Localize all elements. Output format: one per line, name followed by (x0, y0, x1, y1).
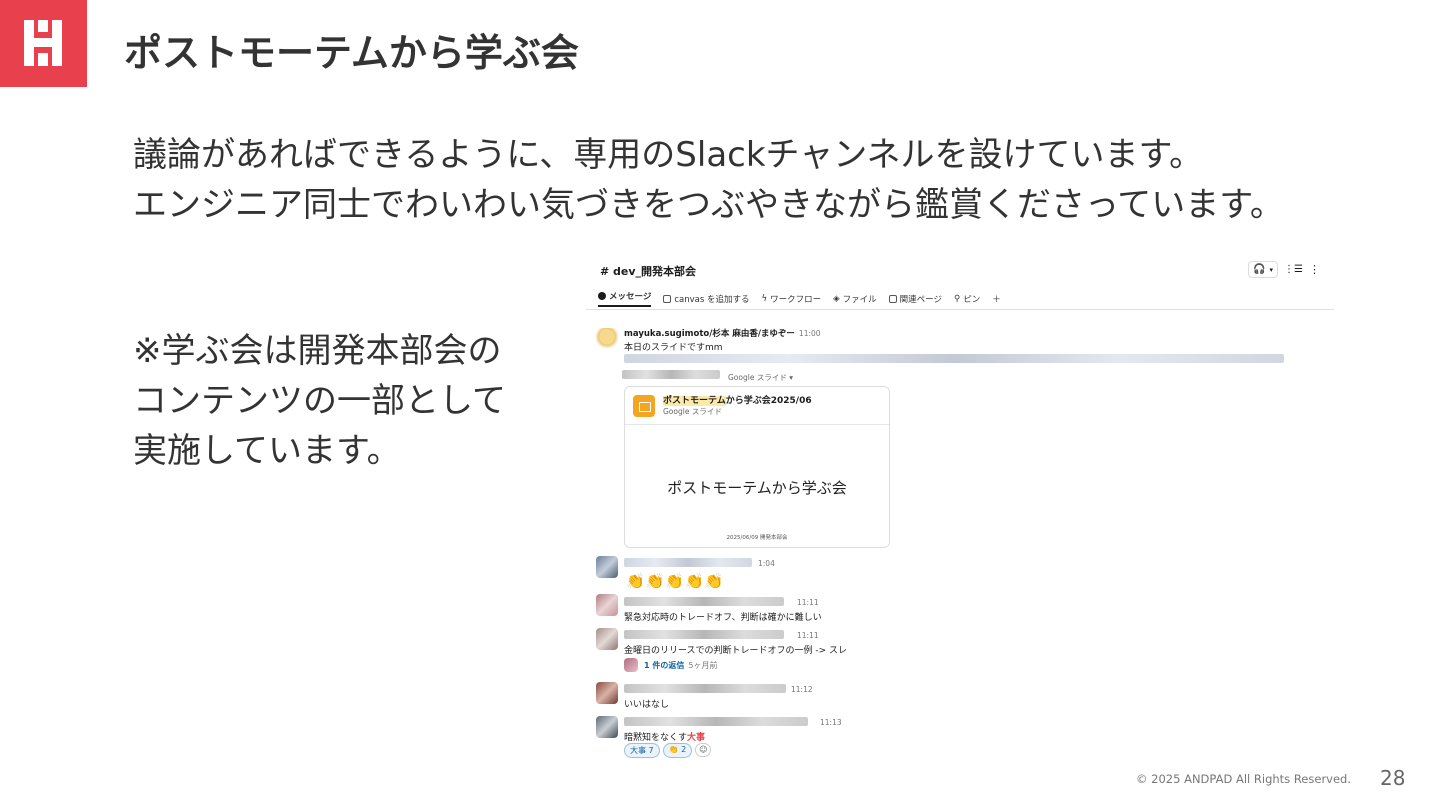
stamp-daiji: 大事 (687, 733, 706, 743)
avatar[interactable] (596, 556, 618, 578)
message-time: 11:00 (798, 329, 821, 338)
headphones-icon: 🎧 (1253, 264, 1266, 275)
chevron-down-icon: ▾ (1269, 265, 1274, 274)
blurred-username (624, 684, 786, 693)
card-subtitle: Google スライド (663, 407, 722, 416)
message-text: いいはなし (624, 700, 670, 710)
intro-line-1: 議論があればできるように、専用のSlackチャンネルを設けています。 (133, 135, 1204, 175)
channel-tabs: メッセージ canvas を追加する ϟ ワークフロー ◈ ファイル 関連ページ ⚲… (598, 290, 1001, 307)
page-number: 28 (1380, 766, 1406, 790)
avatar[interactable] (596, 628, 618, 650)
tab-files[interactable]: ◈ ファイル (833, 290, 877, 307)
blurred-username (624, 597, 784, 606)
card-title[interactable]: ポストモーテムから学ぶ会2025/06 (663, 393, 812, 406)
message-time: 11:11 (797, 598, 819, 607)
message-text: 金曜日のリリースでの判断トレードオフの一例 -> スレ (624, 646, 848, 656)
note-line-2: コンテンツの一部として (133, 381, 506, 421)
tab-messages[interactable]: メッセージ (598, 290, 652, 307)
more-icon[interactable]: ⋮ (1309, 263, 1320, 276)
avatar[interactable] (596, 594, 618, 616)
message-author[interactable]: mayuka.sugimoto/杉本 麻由香/まゆぞー 11:00 (624, 327, 821, 339)
lightning-icon: ϟ (761, 293, 768, 304)
tab-canvas[interactable]: canvas を追加する (663, 290, 749, 307)
blurred-username (624, 630, 784, 639)
blurred-username (624, 717, 808, 726)
message-time: 11:13 (820, 718, 842, 727)
message-time: 1:04 (758, 559, 775, 568)
canvas-icon (663, 294, 672, 303)
reaction-clap[interactable]: 👏 2 (662, 743, 693, 758)
blurred-username (624, 558, 752, 567)
intro-line-2: エンジニア同士でわいわい気づきをつぶやきながら鑑賞くださっています。 (133, 185, 1284, 225)
tabs-divider (586, 309, 1334, 310)
message-text: 暗黙知をなくす大事 (624, 733, 706, 743)
message-text: 緊急対応時のトレードオフ、判断は確かに難しい (624, 613, 822, 623)
note-line-1: ※学ぶ会は開発本部会の (133, 331, 502, 371)
reactions: 大事 7 👏 2 ☺ (624, 743, 712, 758)
card-slide-footer: 2025/06/09 開発本部会 (726, 535, 788, 541)
attachment-label[interactable]: Google スライド ▾ (728, 372, 793, 383)
slide-title: ポストモーテムから学ぶ会 (124, 31, 579, 75)
avatar[interactable] (596, 682, 618, 704)
copyright: © 2025 ANDPAD All Rights Reserved. (1136, 772, 1352, 786)
card-slide-title: ポストモーテムから学ぶ会 (667, 479, 847, 497)
blurred-text (622, 370, 720, 379)
pin-icon: ⚲ (954, 293, 961, 304)
reaction-daiji[interactable]: 大事 7 (624, 743, 660, 758)
channel-name[interactable]: # dev_開発本部会 (600, 263, 696, 279)
google-slides-card[interactable]: ポストモーテムから学ぶ会2025/06 Google スライド ポストモーテムか… (624, 386, 890, 548)
add-reaction-icon[interactable]: ☺ (695, 743, 712, 757)
message-text: 本日のスライドですmm (624, 343, 723, 353)
message-icon (598, 292, 606, 300)
tab-related-pages[interactable]: 関連ページ (888, 290, 942, 307)
card-divider (625, 424, 889, 425)
avatar[interactable] (596, 716, 618, 738)
message-text: 👏👏👏👏👏 (626, 572, 725, 590)
note-line-3: 実施しています。 (133, 431, 401, 471)
intro-text: 議論があればできるように、専用のSlackチャンネルを設けています。 エンジニア… (133, 130, 1284, 230)
blurred-link (624, 354, 1284, 363)
add-tab-button[interactable]: ＋ (992, 290, 1001, 307)
layers-icon: ◈ (833, 293, 840, 304)
avatar[interactable] (596, 328, 618, 350)
message-time: 11:11 (797, 631, 819, 640)
note-text: ※学ぶ会は開発本部会の コンテンツの一部として 実施しています。 (133, 326, 506, 476)
header-actions: 🎧 ▾ ⋮☰ ⋮ (1248, 261, 1320, 278)
thread-reply-link[interactable]: 1 件の返信 5ヶ月前 (644, 660, 717, 671)
avatar (624, 658, 638, 672)
google-slides-icon (633, 395, 655, 417)
folder-icon (888, 294, 897, 303)
search-in-channel-icon[interactable]: ⋮☰ (1284, 264, 1303, 275)
tab-workflow[interactable]: ϟ ワークフロー (761, 290, 821, 307)
andpad-logo-icon (24, 20, 62, 66)
tab-pins[interactable]: ⚲ ピン (954, 290, 980, 307)
slack-screenshot: # dev_開発本部会 🎧 ▾ ⋮☰ ⋮ メッセージ canvas を追加する … (586, 256, 1334, 770)
andpad-logo (0, 0, 87, 87)
message-time: 11:12 (791, 685, 813, 694)
huddle-button[interactable]: 🎧 ▾ (1248, 261, 1279, 278)
